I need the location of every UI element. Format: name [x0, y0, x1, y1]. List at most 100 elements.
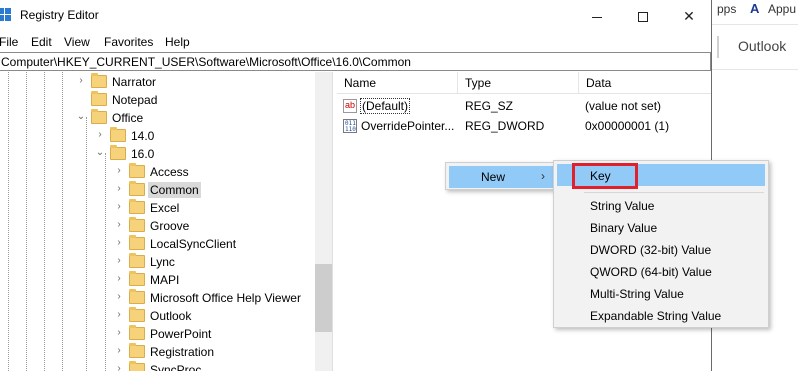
chevron-right-icon[interactable]: › — [114, 219, 124, 231]
chevron-right-icon[interactable]: › — [114, 327, 124, 339]
tree-node-label: Registration — [150, 345, 215, 359]
close-button[interactable]: ✕ — [666, 0, 712, 32]
folder-icon — [91, 91, 107, 106]
folder-icon — [129, 361, 145, 371]
tree-node-label: Excel — [150, 201, 180, 215]
chevron-right-icon[interactable]: › — [114, 309, 124, 321]
maximize-button[interactable] — [620, 0, 666, 32]
background-separator — [717, 36, 719, 58]
tree-node-label: Groove — [150, 219, 190, 233]
folder-icon — [129, 325, 145, 340]
value-name: OverridePointer... — [361, 119, 455, 133]
folder-icon — [129, 271, 145, 286]
menu-item-label: Expandable String Value — [590, 309, 722, 323]
folder-icon — [129, 217, 145, 232]
value-row-overridepointer[interactable]: 011 110 OverridePointer... REG_DWORD 0x0… — [337, 116, 711, 136]
maximize-icon — [638, 12, 648, 23]
tree-guide-line — [86, 117, 87, 371]
binary-value-icon: 011 110 — [343, 119, 357, 133]
folder-icon — [129, 235, 145, 250]
menu-item-string-value[interactable]: String Value — [557, 195, 765, 217]
tree-node-label: Outlook — [150, 309, 192, 323]
chevron-right-icon[interactable]: › — [114, 165, 124, 177]
menu-item-key[interactable]: Key — [557, 163, 765, 189]
chevron-down-icon[interactable]: ⌄ — [95, 147, 105, 159]
menu-item-dword-value[interactable]: DWORD (32-bit) Value — [557, 239, 765, 261]
tree-scrollbar-thumb[interactable] — [315, 264, 332, 332]
menu-bar: File Edit View Favorites Help — [0, 32, 711, 52]
chevron-right-icon[interactable]: › — [114, 183, 124, 195]
chevron-right-icon[interactable]: › — [114, 201, 124, 213]
menu-item-new-label: New — [481, 170, 506, 184]
minimize-button[interactable] — [574, 0, 620, 32]
folder-icon — [129, 307, 145, 322]
folder-icon — [91, 73, 107, 88]
tree-node-label: MAPI — [150, 273, 180, 287]
background-app-topbar: pps A Appu — [712, 0, 798, 20]
address-bar[interactable]: Computer\HKEY_CURRENT_USER\Software\Micr… — [0, 52, 711, 71]
menu-help[interactable]: Help — [165, 35, 190, 49]
menu-file[interactable]: File — [0, 35, 18, 49]
tree-node-label: Lync — [150, 255, 175, 269]
chevron-right-icon[interactable]: › — [114, 363, 124, 371]
tree-node-label: SyncProc — [150, 363, 202, 371]
title-bar[interactable]: Registry Editor ✕ — [0, 0, 711, 32]
value-data: (value not set) — [585, 99, 662, 113]
folder-icon — [129, 181, 145, 196]
menu-item-qword-value[interactable]: QWORD (64-bit) Value — [557, 261, 765, 283]
folder-icon — [110, 127, 126, 142]
value-row-default[interactable]: ab (Default) REG_SZ (value not set) — [337, 96, 711, 116]
background-outlook-label[interactable]: Outlook — [738, 38, 786, 54]
list-header: Name Type Data — [337, 72, 711, 94]
menu-view[interactable]: View — [64, 35, 90, 49]
tree-node-label: 16.0 — [131, 147, 155, 161]
chevron-right-icon[interactable]: › — [114, 255, 124, 267]
context-menu: New › — [445, 162, 557, 190]
menu-item-expandable-string-value[interactable]: Expandable String Value — [557, 305, 765, 327]
menu-item-label: Multi-String Value — [590, 287, 684, 301]
minimize-icon — [592, 16, 602, 18]
tree-guide-line — [8, 72, 9, 371]
tree-guide-line — [62, 72, 63, 371]
chevron-right-icon[interactable]: › — [114, 291, 124, 303]
folder-icon — [129, 289, 145, 304]
chevron-down-icon[interactable]: ⌄ — [76, 111, 86, 123]
close-icon: ✕ — [683, 8, 695, 24]
value-name: (Default) — [360, 98, 411, 114]
tree-node-label: Microsoft Office Help Viewer — [150, 291, 301, 305]
folder-icon — [129, 343, 145, 358]
menu-favorites[interactable]: Favorites — [104, 35, 153, 49]
tree-guide-line — [44, 72, 45, 371]
column-header-data[interactable]: Data — [579, 72, 711, 94]
folder-icon — [91, 109, 107, 124]
menu-item-multi-string-value[interactable]: Multi-String Value — [557, 283, 765, 305]
menu-item-new[interactable]: New › — [449, 166, 553, 188]
new-submenu: Key String Value Binary Value DWORD (32-… — [553, 160, 769, 328]
menu-item-label: Binary Value — [590, 221, 658, 235]
tree-node-label: Notepad — [112, 93, 158, 107]
tree-node-label: Narrator — [112, 75, 157, 89]
background-appu-label[interactable]: Appu — [768, 2, 796, 16]
chevron-right-icon[interactable]: › — [114, 345, 124, 357]
menu-item-key-label: Key — [590, 169, 611, 183]
folder-icon — [110, 145, 126, 160]
value-type: REG_SZ — [465, 99, 514, 113]
column-header-name[interactable]: Name — [337, 72, 458, 94]
background-apps-label[interactable]: pps — [717, 2, 736, 16]
chevron-right-icon[interactable]: › — [76, 75, 86, 87]
chevron-right-icon[interactable]: › — [114, 273, 124, 285]
tree-guide-line — [105, 153, 106, 371]
tree-node-label: LocalSyncClient — [150, 237, 237, 251]
tree-guide-line — [26, 72, 27, 371]
tree-node-label: Common — [148, 182, 201, 198]
string-value-icon: ab — [343, 99, 357, 113]
chevron-right-icon[interactable]: › — [95, 129, 105, 141]
menu-item-binary-value[interactable]: Binary Value — [557, 217, 765, 239]
chevron-right-icon[interactable]: › — [114, 237, 124, 249]
folder-icon — [129, 163, 145, 178]
menu-separator — [584, 192, 764, 193]
menu-item-label: String Value — [590, 199, 655, 213]
column-header-type[interactable]: Type — [458, 72, 579, 94]
menu-edit[interactable]: Edit — [31, 35, 52, 49]
value-data: 0x00000001 (1) — [585, 119, 670, 133]
